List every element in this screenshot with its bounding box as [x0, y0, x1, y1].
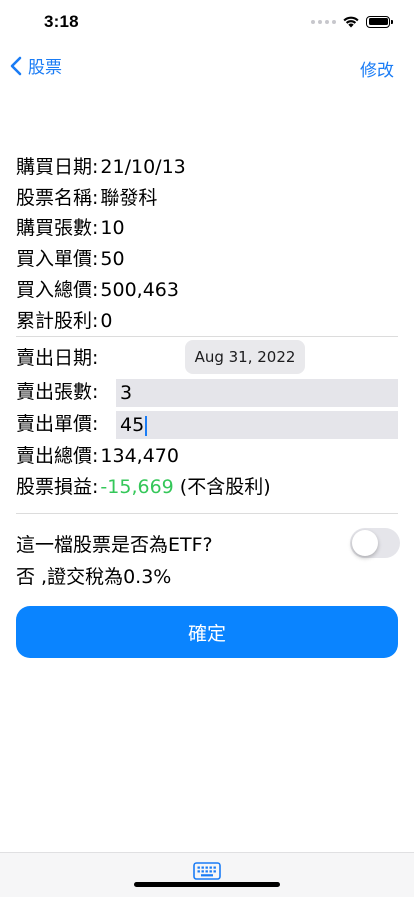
purchase-quantity-label: 購買張數: [16, 217, 99, 239]
edit-button[interactable]: 修改 [360, 56, 394, 81]
stock-name-row: 股票名稱: 聯發科 [16, 185, 157, 211]
purchase-date-label: 購買日期: [16, 156, 99, 178]
purchase-unit-price-label: 買入單價: [16, 248, 99, 270]
dividend-row: 累計股利: 0 [16, 308, 113, 334]
sale-unit-price-label: 賣出單價: [16, 413, 99, 435]
sale-unit-price-value: 45 [120, 414, 145, 436]
purchase-date-row: 購買日期: 21/10/13 [16, 154, 186, 180]
tax-note-row: 否 ,證交稅為0.3% [16, 564, 171, 590]
sale-quantity-value: 3 [120, 382, 133, 404]
section-divider [16, 513, 398, 514]
dividend-label: 累計股利: [16, 310, 99, 332]
keyboard-accessory-bar [0, 852, 414, 897]
purchase-quantity-row: 購買張數: 10 [16, 215, 125, 241]
purchase-date-value: 21/10/13 [100, 156, 186, 178]
purchase-total-label: 買入總價: [16, 279, 99, 301]
profit-label: 股票損益: [16, 476, 99, 498]
sale-total-label: 賣出總價: [16, 445, 99, 467]
back-button[interactable]: 股票 [10, 53, 62, 78]
etf-toggle[interactable] [350, 528, 400, 558]
profit-row: 股票損益: -15,669 (不含股利) [16, 474, 271, 500]
signal-dots-icon [311, 19, 336, 24]
sale-date-label: 賣出日期: [16, 347, 99, 369]
stock-name-value: 聯發科 [100, 187, 158, 209]
profit-value: -15,669 [100, 476, 174, 498]
status-icons [311, 15, 393, 28]
sale-total-row: 賣出總價: 134,470 [16, 443, 179, 469]
chevron-left-icon [10, 56, 22, 75]
sale-date-row: 賣出日期: [16, 345, 98, 371]
purchase-unit-price-value: 50 [100, 248, 125, 270]
purchase-quantity-value: 10 [100, 217, 125, 239]
wifi-icon [343, 16, 359, 28]
etf-question: 這一檔股票是否為ETF? [16, 534, 213, 556]
section-divider [16, 336, 398, 337]
sale-quantity-label: 賣出張數: [16, 381, 99, 403]
toggle-knob [352, 530, 378, 556]
confirm-button-label: 確定 [187, 622, 226, 645]
home-indicator [134, 882, 280, 887]
purchase-total-value: 500,463 [100, 279, 179, 301]
dividend-value: 0 [100, 310, 113, 332]
purchase-unit-price-row: 買入單價: 50 [16, 246, 125, 272]
sale-unit-price-input[interactable]: 45 [116, 411, 398, 439]
back-button-label: 股票 [28, 58, 62, 78]
sale-date-picker[interactable]: Aug 31, 2022 [185, 340, 305, 374]
sale-quantity-label-row: 賣出張數: [16, 379, 98, 405]
purchase-total-row: 買入總價: 500,463 [16, 277, 179, 303]
battery-icon [366, 15, 393, 28]
status-time: 3:18 [44, 12, 79, 31]
text-cursor [145, 415, 148, 436]
navigation-bar: 股票 修改 [0, 47, 414, 91]
sale-total-value: 134,470 [100, 445, 179, 467]
status-bar: 3:18 [0, 0, 414, 47]
sale-quantity-input[interactable]: 3 [116, 379, 398, 407]
stock-name-label: 股票名稱: [16, 187, 99, 209]
tax-note: 否 ,證交稅為0.3% [16, 566, 172, 588]
confirm-button[interactable]: 確定 [16, 606, 398, 658]
etf-question-row: 這一檔股票是否為ETF? [16, 532, 213, 558]
profit-note: (不含股利) [179, 476, 271, 498]
sale-unit-price-label-row: 賣出單價: [16, 411, 98, 437]
keyboard-icon[interactable] [193, 862, 221, 882]
